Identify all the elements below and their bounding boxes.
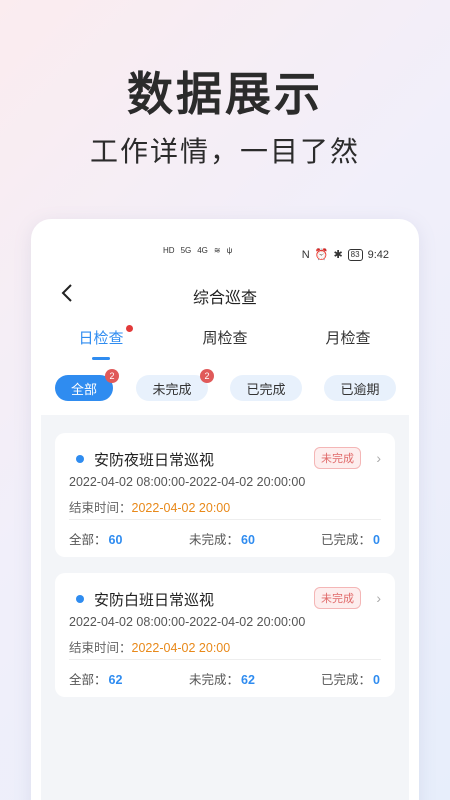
- filter-overdue[interactable]: 已逾期: [324, 375, 396, 401]
- nfc-icon: N: [301, 248, 310, 261]
- signal-5g-indicator: 5G: [180, 246, 192, 255]
- status-indicators: HD 5G 4G ≋ ψ: [163, 246, 232, 255]
- end-time-label: 结束时间：: [69, 641, 132, 655]
- bullet-dot: [76, 455, 84, 463]
- stat-value: 0: [373, 673, 380, 687]
- bluetooth-icon: ✱: [333, 249, 343, 261]
- filter-incomplete[interactable]: 未完成 2: [136, 369, 214, 401]
- chip-label: 全部: [70, 381, 97, 397]
- tab-bar: 日检查 周检查 月检查: [31, 325, 419, 363]
- active-tab-underline: [92, 357, 110, 360]
- task-stats: 全部： 62 未完成： 62 已完成： 0: [69, 669, 381, 687]
- stat-total: 全部： 60: [69, 529, 122, 548]
- stat-incomplete: 未完成： 62: [189, 669, 255, 688]
- task-card[interactable]: 安防白班日常巡视 未完成 › 2022-04-02 08:00:00-2022-…: [55, 573, 395, 697]
- tab-monthly[interactable]: 月检查: [303, 327, 393, 348]
- stat-label: 未完成：: [189, 673, 240, 687]
- time-range: 2022-04-02 08:00:00-2022-04-02 20:00:00: [69, 615, 306, 629]
- tab-label: 日检查: [78, 330, 124, 347]
- hd-indicator: HD: [163, 246, 175, 255]
- bullet-dot: [76, 595, 84, 603]
- stat-completed: 已完成： 0: [321, 669, 380, 688]
- time-range: 2022-04-02 08:00:00-2022-04-02 20:00:00: [69, 475, 306, 489]
- signal-4g-indicator: 4G: [197, 246, 208, 255]
- task-card[interactable]: 安防夜班日常巡视 未完成 › 2022-04-02 08:00:00-2022-…: [55, 433, 395, 557]
- end-time-label: 结束时间：: [69, 501, 132, 515]
- page-title: 综合巡查: [192, 290, 257, 307]
- alarm-icon: ⏰: [314, 249, 329, 261]
- divider: [69, 519, 381, 520]
- stat-value: 0: [373, 533, 380, 547]
- end-time-value: 2022-04-02 20:00: [131, 641, 231, 655]
- stat-incomplete: 未完成： 60: [189, 529, 255, 548]
- card-header: 安防白班日常巡视 未完成 ›: [73, 587, 381, 609]
- end-time-row: 结束时间：2022-04-02 20:00: [69, 497, 230, 516]
- tab-label: 周检查: [202, 330, 248, 347]
- card-header: 安防夜班日常巡视 未完成 ›: [73, 447, 381, 469]
- wifi-icon: ≋: [213, 246, 221, 255]
- divider: [69, 659, 381, 660]
- status-right: N ⏰ ✱ 83 9:42: [302, 248, 389, 261]
- end-time-row: 结束时间：2022-04-02 20:00: [69, 637, 230, 656]
- stat-label: 全部：: [69, 533, 107, 547]
- chevron-right-icon: ›: [376, 590, 381, 606]
- task-title: 安防白班日常巡视: [94, 592, 215, 609]
- end-time-value: 2022-04-02 20:00: [131, 501, 231, 515]
- stat-label: 未完成：: [189, 533, 240, 547]
- count-badge: 2: [200, 369, 214, 383]
- status-badge: 未完成: [314, 447, 361, 469]
- tab-daily[interactable]: 日检查: [56, 325, 146, 360]
- stat-completed: 已完成： 0: [321, 529, 380, 548]
- promo-subtitle: 工作详情，一目了然: [89, 136, 360, 167]
- filter-chips: 全部 2 未完成 2 已完成 已逾期: [31, 369, 419, 403]
- task-stats: 全部： 60 未完成： 60 已完成： 0: [69, 529, 381, 547]
- chevron-right-icon: ›: [376, 450, 381, 466]
- tab-weekly[interactable]: 周检查: [180, 327, 270, 348]
- stat-value: 62: [241, 673, 255, 687]
- usb-icon: ψ: [226, 246, 233, 255]
- battery-icon: 83: [347, 248, 363, 261]
- notification-dot: [126, 325, 133, 332]
- clock-time: 9:42: [367, 248, 389, 261]
- tab-label: 月检查: [325, 330, 371, 347]
- status-badge: 未完成: [314, 587, 361, 609]
- filter-all[interactable]: 全部 2: [55, 369, 119, 401]
- chip-label: 未完成: [152, 381, 192, 397]
- phone-screen: HD 5G 4G ≋ ψ N ⏰ ✱ 83 9:42 综合巡查 日检查 周检查: [31, 219, 419, 800]
- stat-total: 全部： 62: [69, 669, 122, 688]
- promo-title: 数据展示: [127, 68, 323, 120]
- stat-value: 62: [108, 673, 123, 687]
- task-list: 安防夜班日常巡视 未完成 › 2022-04-02 08:00:00-2022-…: [41, 415, 409, 800]
- stat-label: 已完成：: [321, 673, 372, 687]
- task-title: 安防夜班日常巡视: [94, 452, 215, 469]
- filter-completed[interactable]: 已完成: [230, 375, 302, 401]
- chip-label: 已完成: [246, 381, 286, 397]
- stat-label: 全部：: [69, 673, 107, 687]
- stat-value: 60: [241, 533, 255, 547]
- chip-label: 已逾期: [340, 381, 380, 397]
- count-badge: 2: [105, 369, 119, 383]
- stat-value: 60: [108, 533, 123, 547]
- nav-bar: 综合巡查: [31, 279, 419, 309]
- stat-label: 已完成：: [321, 533, 372, 547]
